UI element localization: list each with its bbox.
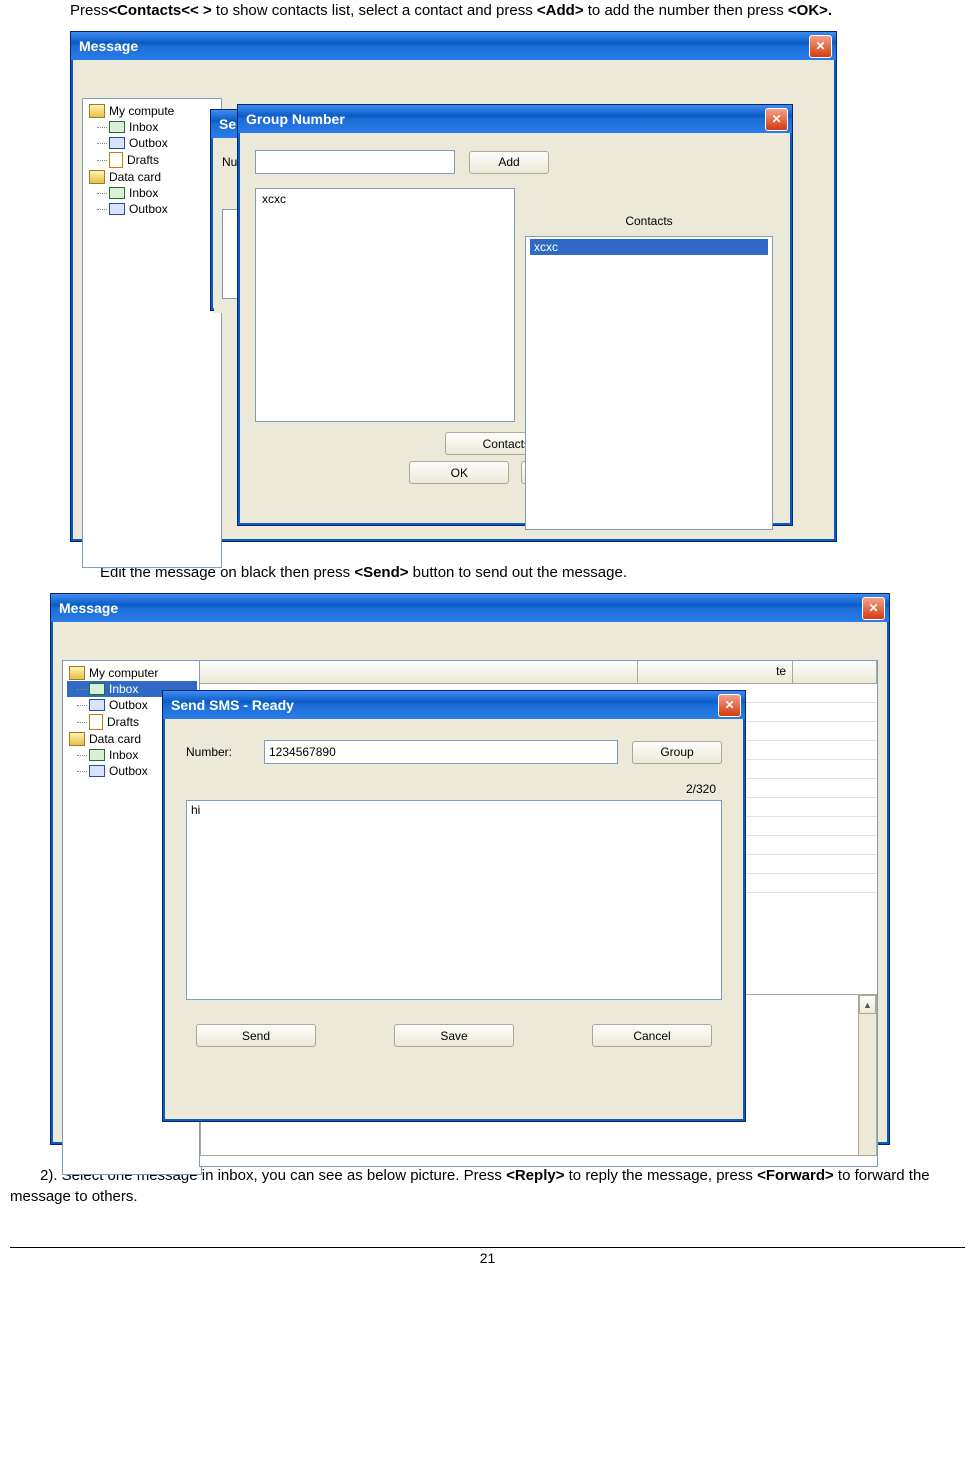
inbox-icon <box>89 749 105 761</box>
close-icon[interactable]: ✕ <box>809 35 832 58</box>
group-number-window: Group Number ✕ Add xcxc <box>237 104 793 526</box>
close-icon[interactable]: ✕ <box>718 694 741 717</box>
inbox-icon <box>109 121 125 133</box>
send-sms-window: Send SMS - Ready ✕ Number: Group 2/320 <box>162 690 746 1122</box>
outbox-icon <box>109 137 125 149</box>
close-icon[interactable]: ✕ <box>765 108 788 131</box>
number-input[interactable] <box>264 740 618 764</box>
cancel-button[interactable]: Cancel <box>592 1024 712 1047</box>
contacts-label: Contacts <box>525 214 773 228</box>
instruction-1: Press<Contacts<< > to show contacts list… <box>40 0 965 21</box>
folder-icon <box>89 104 105 118</box>
drafts-icon <box>89 714 103 730</box>
message-window-2: Message ✕ My computer Inbox Outbox Draft… <box>50 593 890 1145</box>
outbox-icon <box>109 203 125 215</box>
message-titlebar-1: Message ✕ <box>71 32 836 60</box>
message-window-1: Message ✕ My compute Inbox Outbox Drafts… <box>70 31 837 542</box>
tree-outbox[interactable]: Outbox <box>87 201 217 217</box>
list-item[interactable]: xcxc <box>260 191 510 207</box>
tree-inbox[interactable]: Inbox <box>87 119 217 135</box>
folder-icon <box>89 170 105 184</box>
drafts-icon <box>109 152 123 168</box>
char-counter: 2/320 <box>186 782 722 796</box>
message-titlebar-2: Message ✕ <box>51 594 889 622</box>
group-number-input[interactable] <box>255 150 455 174</box>
grid-header: te <box>200 661 877 684</box>
save-button[interactable]: Save <box>394 1024 514 1047</box>
tree-inbox[interactable]: Inbox <box>87 185 217 201</box>
outbox-icon <box>89 765 105 777</box>
inbox-icon <box>89 683 105 695</box>
scroll-up-icon[interactable]: ▲ <box>859 995 876 1014</box>
tree-root-data-card[interactable]: Data card <box>87 169 217 185</box>
scrollbar[interactable]: ▲ <box>858 995 876 1155</box>
group-number-titlebar: Group Number ✕ <box>238 105 792 133</box>
figure-1: Message ✕ My compute Inbox Outbox Drafts… <box>70 31 965 542</box>
contacts-list-item[interactable]: xcxc <box>530 239 768 255</box>
number-label: Number: <box>186 745 250 759</box>
message-textarea[interactable] <box>186 800 722 1000</box>
tree-drafts[interactable]: Drafts <box>87 151 217 169</box>
group-button[interactable]: Group <box>632 741 722 764</box>
folder-icon <box>69 732 85 746</box>
message-title: Message <box>59 600 862 616</box>
folder-icon <box>69 666 85 680</box>
tree-root-my-computer[interactable]: My computer <box>67 665 197 681</box>
grid-header-col[interactable]: te <box>638 661 793 683</box>
send-button[interactable]: Send <box>196 1024 316 1047</box>
send-sms-titlebar: Send SMS - Ready ✕ <box>163 691 745 719</box>
contacts-list[interactable]: xcxc <box>525 236 773 530</box>
tree-outbox[interactable]: Outbox <box>87 135 217 151</box>
close-icon[interactable]: ✕ <box>862 597 885 620</box>
numbers-list[interactable]: xcxc <box>255 188 515 422</box>
add-button[interactable]: Add <box>469 151 549 174</box>
inbox-icon <box>109 187 125 199</box>
message-title: Message <box>79 38 809 54</box>
outbox-icon <box>89 699 105 711</box>
ok-button[interactable]: OK <box>409 461 509 484</box>
figure-2: Message ✕ My computer Inbox Outbox Draft… <box>50 593 965 1145</box>
folder-tree-panel: My compute Inbox Outbox Drafts Data card… <box>82 98 222 568</box>
tree-root-my-computer[interactable]: My compute <box>87 103 217 119</box>
page-number: 21 <box>10 1248 965 1266</box>
